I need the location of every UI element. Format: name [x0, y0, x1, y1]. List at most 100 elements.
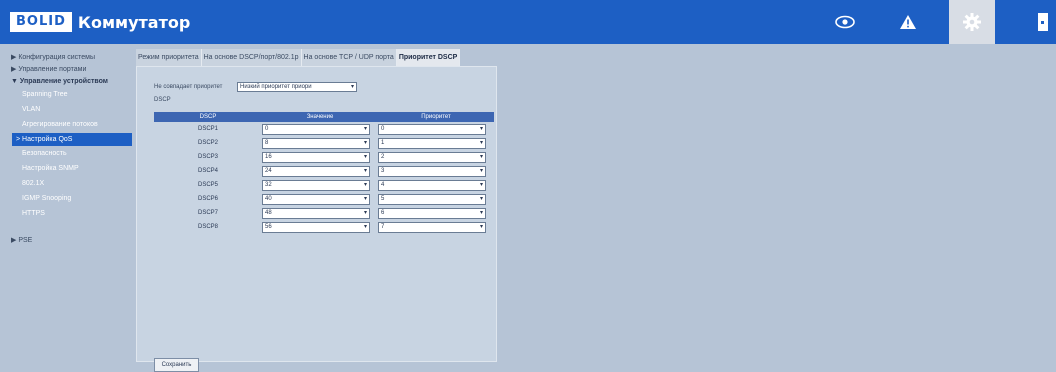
chevron-down-icon: ▾ — [479, 209, 483, 216]
value-select-text: 48 — [265, 209, 272, 216]
chevron-down-icon: ▾ — [363, 223, 367, 230]
sidebar-subitem-spanning-tree[interactable]: Spanning Tree — [22, 90, 68, 100]
logout-icon — [1038, 13, 1048, 31]
dscp-name-cell: DSCP8 — [197, 224, 218, 230]
sidebar-subitem-igmp[interactable]: IGMP Snooping — [22, 194, 71, 204]
value-select[interactable]: 32 ▾ — [262, 179, 370, 191]
sidebar: ▶ Конфигурация системы ▶ Управление порт… — [0, 44, 136, 367]
priority-cell: 0 ▾ — [378, 123, 494, 135]
value-select[interactable]: 40 ▾ — [262, 193, 370, 205]
chevron-down-icon: ▾ — [363, 181, 367, 188]
priority-cell: 1 ▾ — [378, 137, 494, 149]
priority-select-text: 1 — [381, 139, 385, 146]
sidebar-item-device-management[interactable]: ▼ Управление устройством — [11, 77, 108, 87]
app-header: BOLID Коммутатор — [0, 0, 1056, 44]
gear-icon — [963, 13, 981, 31]
value-select-text: 8 — [265, 139, 269, 146]
save-button[interactable]: Сохранить — [154, 358, 199, 372]
priority-cell: 4 ▾ — [378, 179, 494, 191]
sidebar-item-system-config[interactable]: ▶ Конфигурация системы — [11, 53, 95, 63]
value-select[interactable]: 16 ▾ — [262, 151, 370, 163]
value-select-text: 56 — [265, 223, 272, 230]
priority-select[interactable]: 5 ▾ — [378, 193, 486, 205]
priority-select-text: 3 — [381, 167, 385, 174]
priority-select-text: 2 — [381, 153, 385, 160]
sidebar-subitem-https[interactable]: HTTPS — [22, 209, 45, 219]
value-select[interactable]: 24 ▾ — [262, 165, 370, 177]
value-select[interactable]: 48 ▾ — [262, 207, 370, 219]
table-row: DSCP1 0 ▾ 0 ▾ — [154, 122, 494, 136]
sidebar-subitem-qos-label: > Настройка QoS — [16, 136, 73, 143]
content-panel: Не совпадает приоритет Низкий приоритет … — [136, 66, 497, 372]
value-select-text: 24 — [265, 167, 272, 174]
tab-dscp-port-8021p[interactable]: На основе DSCP/порт/802.1p — [201, 49, 302, 66]
table-row: DSCP6 40 ▾ 5 ▾ — [154, 192, 494, 206]
chevron-down-icon: ▾ — [350, 84, 354, 90]
chevron-down-icon: ▾ — [479, 181, 483, 188]
chevron-down-icon: ▾ — [363, 139, 367, 146]
table-body: DSCP1 0 ▾ 0 ▾ DSCP2 8 ▾ 1 ▾ DSCP3 16 ▾ 2 ▾ DSCP4 24 ▾ 3 ▾ DS… — [154, 122, 494, 234]
table-row: DSCP7 48 ▾ 6 ▾ — [154, 206, 494, 220]
priority-select[interactable]: 6 ▾ — [378, 207, 486, 219]
settings-button[interactable] — [949, 0, 995, 44]
warning-icon — [900, 15, 916, 29]
value-cell: 56 ▾ — [262, 221, 378, 233]
chevron-down-icon: ▾ — [363, 167, 367, 174]
app-title: Коммутатор — [77, 12, 191, 32]
sidebar-subitem-aggregation[interactable]: Агрегирование потоков — [22, 120, 98, 130]
tab-dscp-priority[interactable]: Приоритет DSCP — [396, 49, 461, 66]
dscp-name-cell: DSCP5 — [197, 182, 218, 188]
priority-cell: 2 ▾ — [378, 151, 494, 163]
sidebar-subitem-qos[interactable]: > Настройка QoS — [12, 133, 132, 146]
priority-select-text: 6 — [381, 209, 385, 216]
value-cell: 32 ▾ — [262, 179, 378, 191]
table-row: DSCP3 16 ▾ 2 ▾ — [154, 150, 494, 164]
value-cell: 24 ▾ — [262, 165, 378, 177]
dscp-name-cell: DSCP1 — [197, 126, 218, 132]
tab-priority-mode[interactable]: Режим приоритета — [136, 49, 202, 66]
table-row: DSCP2 8 ▾ 1 ▾ — [154, 136, 494, 150]
sidebar-subitem-security[interactable]: Безопасность — [22, 149, 67, 159]
value-select[interactable]: 56 ▾ — [262, 221, 370, 233]
eye-icon — [835, 15, 855, 29]
priority-select[interactable]: 4 ▾ — [378, 179, 486, 191]
value-select-text: 0 — [265, 125, 269, 132]
priority-select[interactable]: 2 ▾ — [378, 151, 486, 163]
alerts-button[interactable] — [885, 0, 931, 44]
priority-select[interactable]: 0 ▾ — [378, 123, 486, 135]
chevron-down-icon: ▾ — [479, 223, 483, 230]
value-cell: 16 ▾ — [262, 151, 378, 163]
chevron-down-icon: ▾ — [479, 139, 483, 146]
priority-select[interactable]: 7 ▾ — [378, 221, 486, 233]
tab-tcp-udp-port[interactable]: На основе TCP / UDP порта — [301, 49, 397, 66]
logout-button[interactable] — [1030, 0, 1056, 44]
chevron-down-icon: ▾ — [363, 125, 367, 132]
priority-cell: 6 ▾ — [378, 207, 494, 219]
column-header-dscp: DSCP — [199, 114, 217, 120]
sidebar-item-pse[interactable]: ▶ PSE — [11, 236, 32, 246]
priority-select[interactable]: 3 ▾ — [378, 165, 486, 177]
value-cell: 48 ▾ — [262, 207, 378, 219]
priority-select-text: 5 — [381, 195, 385, 202]
column-header-priority: Приоритет — [421, 114, 451, 120]
priority-select[interactable]: 1 ▾ — [378, 137, 486, 149]
dscp-section-label: DSCP — [154, 97, 171, 103]
sidebar-subitem-8021x[interactable]: 802.1X — [22, 179, 44, 189]
priority-cell: 7 ▾ — [378, 221, 494, 233]
chevron-down-icon: ▾ — [479, 167, 483, 174]
dscp-table: DSCP Значение Приоритет DSCP1 0 ▾ 0 ▾ DSCP2 8 ▾… — [154, 112, 494, 234]
sidebar-subitem-snmp[interactable]: Настройка SNMP — [22, 164, 79, 174]
monitor-button[interactable] — [822, 0, 868, 44]
table-row: DSCP8 56 ▾ 7 ▾ — [154, 220, 494, 234]
chevron-down-icon: ▾ — [363, 209, 367, 216]
priority-select-text: 0 — [381, 125, 385, 132]
value-select[interactable]: 0 ▾ — [262, 123, 370, 135]
value-select[interactable]: 8 ▾ — [262, 137, 370, 149]
column-header-value: Значение — [306, 114, 334, 120]
value-select-text: 32 — [265, 181, 272, 188]
priority-mismatch-select[interactable]: Низкий приоритет приори ▾ — [237, 82, 357, 92]
value-select-text: 16 — [265, 153, 272, 160]
value-select-text: 40 — [265, 195, 272, 202]
sidebar-subitem-vlan[interactable]: VLAN — [22, 105, 40, 115]
sidebar-item-port-management[interactable]: ▶ Управление портами — [11, 65, 86, 75]
